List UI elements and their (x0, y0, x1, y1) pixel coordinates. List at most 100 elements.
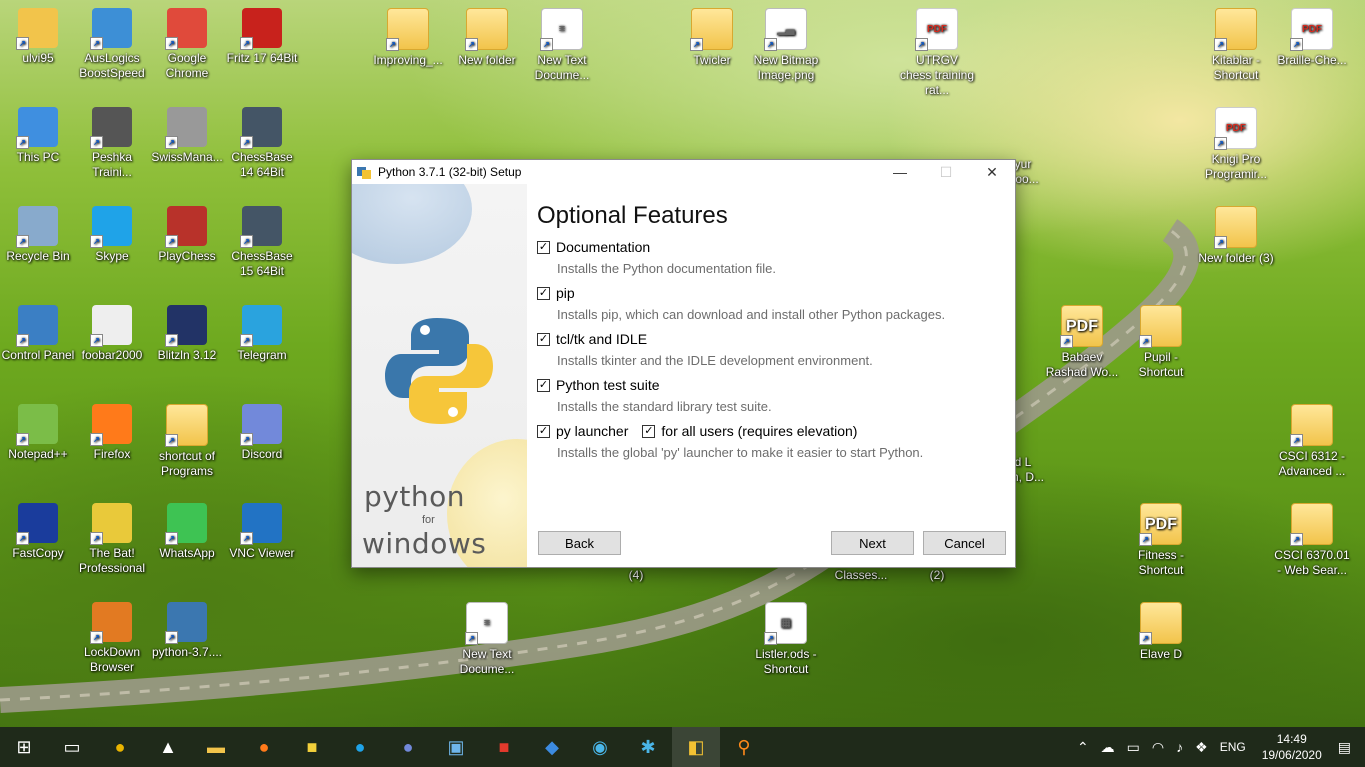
desktop-icon[interactable]: ↗ Pupil - Shortcut (1123, 305, 1199, 380)
telegram-icon: ↗ (240, 305, 282, 347)
option-test-suite: ✓ Python test suite Installs the standard… (537, 376, 1007, 414)
desktop-icon[interactable]: ↗ CSCI 6312 - Advanced ... (1274, 404, 1350, 479)
taskbar-discord[interactable]: ● (384, 727, 432, 767)
desktop-icon[interactable]: ↗ Control Panel (0, 305, 76, 363)
desktop-icon[interactable]: ↗ Telegram (224, 305, 300, 363)
taskbar-thebat[interactable]: ■ (288, 727, 336, 767)
taskbar-skype[interactable]: ● (336, 727, 384, 767)
network-icon: ✱ (640, 736, 656, 757)
shortcut-arrow-icon: ↗ (1139, 632, 1152, 645)
desktop-icon-label: Kitablar - Shortcut (1211, 53, 1261, 82)
taskbar-file-explorer[interactable]: ▬ (192, 727, 240, 767)
desktop-icon-label: This PC (16, 150, 60, 164)
desktop-icon[interactable]: ↗ ChessBase 14 64Bit (224, 107, 300, 180)
all-users-checkbox[interactable]: ✓ (642, 424, 656, 438)
taskbar-foobar[interactable]: ▲ (144, 727, 192, 767)
task-view-button[interactable]: ▭ (48, 727, 96, 767)
pip-checkbox[interactable]: ✓ (537, 286, 550, 300)
desktop-icon[interactable]: ↗ Peshka Traini... (74, 107, 150, 180)
desktop-icon[interactable]: ↗ Twicler (674, 8, 750, 68)
back-button[interactable]: Back (538, 531, 621, 555)
desktop-icon[interactable]: ↗ This PC (0, 107, 76, 165)
desktop-icon[interactable]: ▦ ↗ Listler.ods - Shortcut (748, 602, 824, 677)
desktop-icon[interactable]: ↗ ulvi95 (0, 8, 76, 66)
wifi-icon[interactable]: ◠ (1152, 739, 1164, 756)
desktop-icon[interactable]: ↗ foobar2000 (74, 305, 150, 363)
desktop-icon[interactable]: ↗ LockDown Browser (74, 602, 150, 675)
volume-icon[interactable]: ♪ (1176, 739, 1183, 755)
desktop-icon[interactable]: ↗ SwissMana... (149, 107, 225, 165)
fritz-icon: ↗ (240, 8, 282, 50)
cancel-button[interactable]: Cancel (923, 531, 1006, 555)
desktop-icon[interactable]: ↗ Recycle Bin (0, 206, 76, 264)
desktop-icon[interactable]: PDF ↗ Braille-Che... (1274, 8, 1350, 68)
battery-icon[interactable]: ▭ (1127, 739, 1140, 756)
notification-icon[interactable]: ▤ (1338, 739, 1351, 756)
option-label: Python test suite (556, 377, 660, 393)
documentation-checkbox[interactable]: ✓ (537, 240, 550, 254)
desktop-icon[interactable]: ↗ CSCI 6370.01 - Web Sear... (1274, 503, 1350, 578)
shortcut-arrow-icon: ↗ (165, 631, 178, 644)
close-button[interactable]: ✕ (969, 160, 1015, 184)
taskbar-app[interactable]: ◆ (528, 727, 576, 767)
taskbar-search-app[interactable]: ⚲ (720, 727, 768, 767)
chevron-up-icon[interactable]: ⌃ (1077, 739, 1089, 756)
start-button[interactable]: ⊞ (0, 727, 48, 767)
shortcut-arrow-icon: ↗ (90, 235, 103, 248)
cloud-icon[interactable]: ☁ (1101, 739, 1115, 756)
desktop-icon[interactable]: ≡ ↗ New Text Docume... (524, 8, 600, 83)
taskbar-acrobat[interactable]: ■ (480, 727, 528, 767)
desktop-icon[interactable]: ↗ FastCopy (0, 503, 76, 561)
dialog-titlebar[interactable]: Python 3.7.1 (32-bit) Setup — ☐ ✕ (352, 160, 1015, 184)
desktop-icon[interactable]: PDF ↗ Babaev Rashad Wo... (1044, 305, 1120, 380)
desktop-icon-label: CSCI 6312 - Advanced ... (1278, 449, 1346, 478)
desktop-icon-label: UTRGV chess training rat... (899, 53, 975, 97)
desktop-icon[interactable]: ↗ shortcut of Programs (149, 404, 225, 479)
py-launcher-checkbox[interactable]: ✓ (537, 424, 550, 438)
minimize-button[interactable]: — (877, 160, 923, 184)
desktop-icon[interactable]: ↗ Improving_... (370, 8, 446, 68)
desktop-icon[interactable]: ↗ python-3.7.... (149, 602, 225, 660)
desktop-icon[interactable]: ↗ New folder (3) (1198, 206, 1274, 266)
desktop-icon[interactable]: ↗ The Bat! Professional (74, 503, 150, 576)
desktop-icon[interactable]: ↗ Blitzln 3.12 (149, 305, 225, 363)
desktop-icon[interactable]: ↗ ChessBase 15 64Bit (224, 206, 300, 279)
desktop-icon[interactable]: ↗ Elave D (1123, 602, 1199, 662)
next-button[interactable]: Next (831, 531, 914, 555)
clock[interactable]: 14:49 19/06/2020 (1262, 731, 1322, 763)
desktop-icon[interactable]: ↗ AusLogics BoostSpeed (74, 8, 150, 81)
taskbar-python-installer[interactable]: ◧ (672, 727, 720, 767)
desktop-icon[interactable]: ↗ VNC Viewer (224, 503, 300, 561)
dropbox-icon[interactable]: ❖ (1195, 739, 1208, 756)
desktop-icon[interactable]: ≡ ↗ New Text Docume... (449, 602, 525, 677)
shortcut-arrow-icon: ↗ (90, 532, 103, 545)
taskbar-network[interactable]: ✱ (624, 727, 672, 767)
folder-icon: ↗ (386, 8, 429, 51)
desktop-icon[interactable]: ↗ Kitablar - Shortcut (1198, 8, 1274, 83)
desktop-icon[interactable]: ↗ New folder (449, 8, 525, 68)
test-suite-checkbox[interactable]: ✓ (537, 378, 550, 392)
desktop-icon[interactable]: PDF ↗ Fitness - Shortcut (1123, 503, 1199, 578)
desktop-icon[interactable]: PDF ↗ Knigi Pro Programir... (1198, 107, 1274, 182)
desktop-icon[interactable]: ↗ Skype (74, 206, 150, 264)
desktop-icon-label: ChessBase 14 64Bit (231, 150, 293, 179)
taskbar-control-panel[interactable]: ▣ (432, 727, 480, 767)
clock-time: 14:49 (1276, 732, 1307, 746)
desktop-icon[interactable]: ↗ WhatsApp (149, 503, 225, 561)
desktop-icon[interactable]: ↗ Notepad++ (0, 404, 76, 462)
taskbar-auslogics[interactable]: ◉ (576, 727, 624, 767)
taskbar-chrome[interactable]: ● (96, 727, 144, 767)
desktop-icon[interactable]: ↗ PlayChess (149, 206, 225, 264)
desktop-icon-label: VNC Viewer (229, 546, 295, 560)
taskbar-firefox[interactable]: ● (240, 727, 288, 767)
desktop-icon[interactable]: ↗ Fritz 17 64Bit (224, 8, 300, 66)
desktop-icon[interactable]: ↗ Discord (224, 404, 300, 462)
auslogics-icon: ◉ (592, 736, 608, 757)
language-indicator[interactable]: ENG (1220, 740, 1246, 754)
shortcut-arrow-icon: ↗ (165, 37, 178, 50)
tcltk-checkbox[interactable]: ✓ (537, 332, 550, 346)
desktop-icon[interactable]: PDF ↗ UTRGV chess training rat... (899, 8, 975, 98)
desktop-icon[interactable]: ↗ Google Chrome (149, 8, 225, 81)
desktop-icon[interactable]: ▁▃ ↗ New Bitmap Image.png (748, 8, 824, 83)
desktop-icon[interactable]: ↗ Firefox (74, 404, 150, 462)
